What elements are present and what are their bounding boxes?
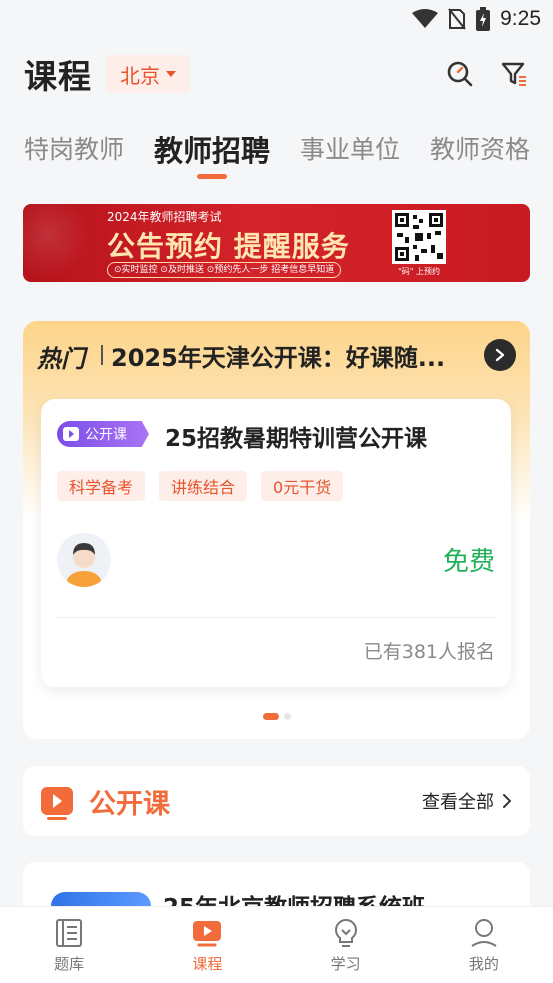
- tag: 0元干货: [261, 471, 344, 501]
- qr-code-icon: [392, 210, 446, 264]
- banner-decoration: [23, 204, 103, 282]
- search-icon[interactable]: [445, 59, 475, 89]
- wifi-icon: [412, 9, 439, 29]
- open-class-section: 公开课 查看全部: [23, 766, 530, 836]
- section-title: 公开课: [89, 788, 170, 820]
- tag: 科学备考: [57, 471, 146, 501]
- nav-label: 课程: [192, 954, 223, 973]
- nav-label: 题库: [54, 954, 85, 973]
- city-label: 北京: [120, 63, 160, 88]
- course-tags: 科学备考 讲练结合 0元干货: [57, 471, 344, 501]
- open-class-badge: 公开课: [57, 421, 149, 447]
- view-all-link[interactable]: 查看全部: [422, 788, 512, 814]
- question-bank-icon: [53, 917, 85, 949]
- tab-teacher-recruitment[interactable]: 教师招聘: [154, 118, 270, 179]
- play-icon: [63, 427, 79, 441]
- tab-special-post-teacher[interactable]: 特岗教师: [24, 118, 124, 166]
- filter-icon[interactable]: [499, 59, 529, 89]
- tag: 讲练结合: [159, 471, 248, 501]
- hot-label: 热门: [37, 345, 85, 373]
- nav-study[interactable]: 学习: [301, 917, 391, 974]
- tv-play-icon: [41, 787, 73, 820]
- hot-course-card: 热门 2025年天津公开课：好课随... 公开课 25招教暑期特训营公开课 科学…: [23, 321, 530, 739]
- active-tab-indicator: [197, 174, 228, 179]
- city-selector[interactable]: 北京: [106, 55, 190, 93]
- banner-top-text: 2024年教师招聘考试: [107, 210, 222, 224]
- hot-separator: [101, 345, 103, 365]
- course-item[interactable]: 公开课 25招教暑期特训营公开课 科学备考 讲练结合 0元干货 免费 已有381…: [41, 399, 511, 687]
- app-header: 课程 北京: [0, 38, 553, 110]
- nav-question-bank[interactable]: 题库: [24, 917, 114, 974]
- carousel-dot-active: [262, 713, 279, 720]
- no-sim-icon: [448, 8, 466, 30]
- category-tabs: 特岗教师 教师招聘 事业单位 教师资格: [0, 118, 553, 184]
- course-title: 25招教暑期特训营公开课: [165, 426, 428, 452]
- price-label: 免费: [442, 547, 495, 577]
- tab-public-institution[interactable]: 事业单位: [300, 118, 400, 166]
- qr-label: "码" 上预约: [398, 267, 440, 276]
- nav-label: 学习: [330, 954, 361, 973]
- clock: 9:25: [500, 7, 541, 30]
- profile-icon: [468, 917, 500, 949]
- page-title: 课程: [24, 57, 92, 96]
- enroll-count: 已有381人报名: [363, 641, 495, 663]
- banner-main-text: 公告预约 提醒服务: [107, 230, 350, 263]
- battery-charging-icon: [476, 7, 491, 31]
- divider: [57, 617, 495, 618]
- header-actions: [445, 59, 529, 89]
- course-play-icon: [191, 917, 223, 949]
- lightbulb-icon: [330, 917, 362, 949]
- nav-label: 我的: [468, 954, 499, 973]
- bottom-navigation: 题库 课程 学习 我的: [0, 906, 553, 983]
- status-bar: 9:25: [0, 0, 553, 38]
- tab-teacher-qualification[interactable]: 教师资格: [430, 118, 530, 166]
- chevron-right-icon: [503, 794, 511, 808]
- promo-banner[interactable]: 2024年教师招聘考试 公告预约 提醒服务 ⊙实时监控 ⊙及时推送 ⊙预约先人一…: [23, 204, 530, 282]
- badge-label: 公开课: [85, 427, 127, 443]
- hot-title[interactable]: 2025年天津公开课：好课随...: [111, 338, 445, 373]
- nav-courses[interactable]: 课程: [162, 917, 252, 974]
- chevron-right-icon[interactable]: [484, 339, 516, 371]
- banner-features: ⊙实时监控 ⊙及时推送 ⊙预约先人一步 招考信息早知道: [107, 262, 342, 278]
- caret-down-icon: [166, 71, 176, 77]
- teacher-avatar: [57, 533, 111, 587]
- nav-profile[interactable]: 我的: [439, 917, 529, 974]
- carousel-dot: [283, 713, 291, 720]
- carousel-indicator: [23, 713, 530, 720]
